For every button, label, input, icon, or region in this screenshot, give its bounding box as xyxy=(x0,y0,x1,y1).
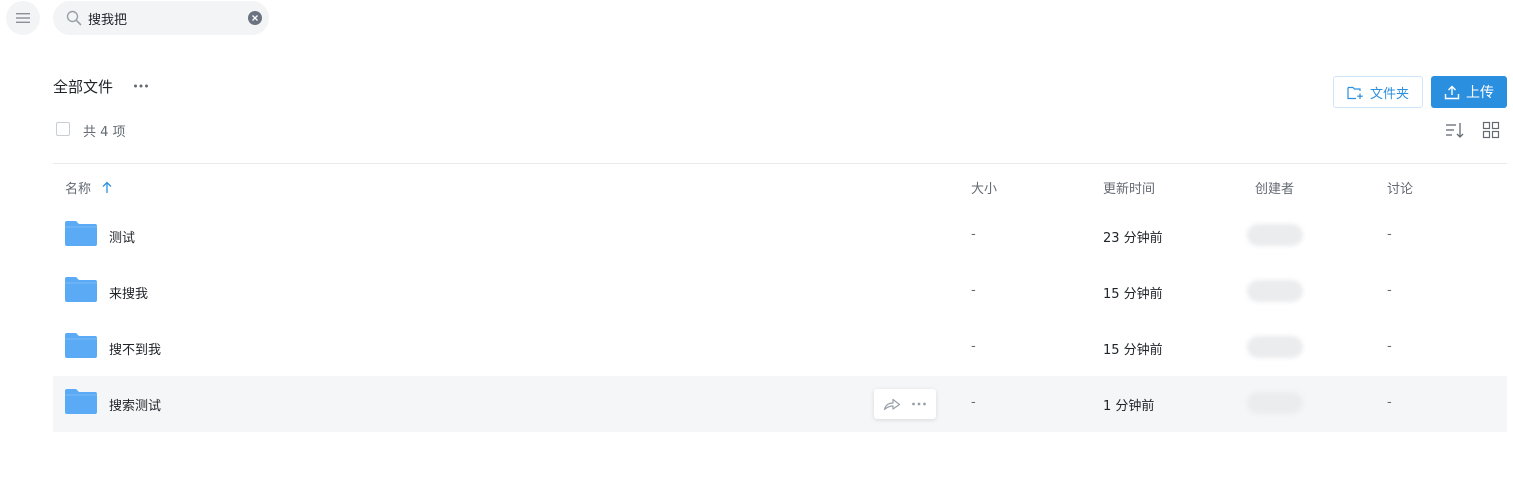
folder-icon xyxy=(65,277,97,302)
file-size: - xyxy=(971,227,976,242)
discussion: - xyxy=(1387,227,1392,242)
select-all-checkbox[interactable] xyxy=(56,122,70,136)
column-discussion-header[interactable]: 讨论 xyxy=(1387,178,1413,197)
updated-time: 23 分钟前 xyxy=(1103,231,1163,246)
search-icon xyxy=(66,10,82,26)
creator-avatar-redacted xyxy=(1247,392,1303,414)
folder-icon xyxy=(65,221,97,246)
row-more-button[interactable] xyxy=(911,401,927,407)
table-row[interactable]: 测试 - 23 分钟前 - xyxy=(53,208,1507,264)
file-name[interactable]: 来搜我 xyxy=(109,283,148,302)
item-count: 共 4 项 xyxy=(83,125,126,140)
search-input[interactable] xyxy=(88,8,238,28)
clear-search-button[interactable] xyxy=(248,11,262,25)
table-row[interactable]: 搜不到我 - 15 分钟前 - xyxy=(53,320,1507,376)
file-name[interactable]: 搜不到我 xyxy=(109,339,161,358)
file-table: 名称 大小 更新时间 创建者 讨论 测试 - 23 分钟前 - 来搜我 - 15… xyxy=(53,164,1507,432)
clear-icon xyxy=(252,15,258,21)
more-icon xyxy=(912,402,926,406)
folder-icon xyxy=(65,389,97,414)
updated-time: 15 分钟前 xyxy=(1103,287,1163,302)
grid-view-icon[interactable] xyxy=(1482,121,1500,139)
arrow-up-icon xyxy=(102,181,112,193)
table-row[interactable]: 搜索测试 - 1 分钟前 - xyxy=(53,376,1507,432)
search-box xyxy=(53,1,269,35)
discussion: - xyxy=(1387,395,1392,410)
column-name-label: 名称 xyxy=(65,182,92,197)
upload-icon xyxy=(1444,85,1460,99)
file-size: - xyxy=(971,283,976,298)
creator-avatar-redacted xyxy=(1247,224,1303,246)
share-icon xyxy=(883,398,901,411)
upload-label: 上传 xyxy=(1466,85,1494,101)
creator-avatar-redacted xyxy=(1247,336,1303,358)
creator-avatar-redacted xyxy=(1247,280,1303,302)
upload-button[interactable]: 上传 xyxy=(1431,76,1507,108)
sort-icon[interactable] xyxy=(1445,121,1465,139)
table-row[interactable]: 来搜我 - 15 分钟前 - xyxy=(53,264,1507,320)
row-actions xyxy=(874,389,936,419)
table-header: 名称 大小 更新时间 创建者 讨论 xyxy=(53,164,1507,208)
page-title: 全部文件 xyxy=(53,78,114,96)
menu-button[interactable] xyxy=(6,1,40,35)
new-folder-label: 文件夹 xyxy=(1369,86,1409,102)
discussion: - xyxy=(1387,339,1392,354)
column-creator-header[interactable]: 创建者 xyxy=(1255,178,1294,197)
updated-time: 15 分钟前 xyxy=(1103,343,1163,358)
file-name[interactable]: 搜索测试 xyxy=(109,395,161,414)
new-folder-icon xyxy=(1347,86,1363,99)
discussion: - xyxy=(1387,283,1392,298)
file-name[interactable]: 测试 xyxy=(109,227,135,246)
folder-icon xyxy=(65,333,97,358)
share-button[interactable] xyxy=(883,397,901,411)
file-size: - xyxy=(971,395,976,410)
menu-icon xyxy=(16,13,30,23)
more-icon[interactable] xyxy=(133,79,149,93)
column-size-header[interactable]: 大小 xyxy=(971,178,997,197)
updated-time: 1 分钟前 xyxy=(1103,399,1155,414)
new-folder-button[interactable]: 文件夹 xyxy=(1333,76,1423,108)
file-size: - xyxy=(971,339,976,354)
column-updated-header[interactable]: 更新时间 xyxy=(1103,178,1155,197)
column-name-header[interactable]: 名称 xyxy=(65,178,113,197)
